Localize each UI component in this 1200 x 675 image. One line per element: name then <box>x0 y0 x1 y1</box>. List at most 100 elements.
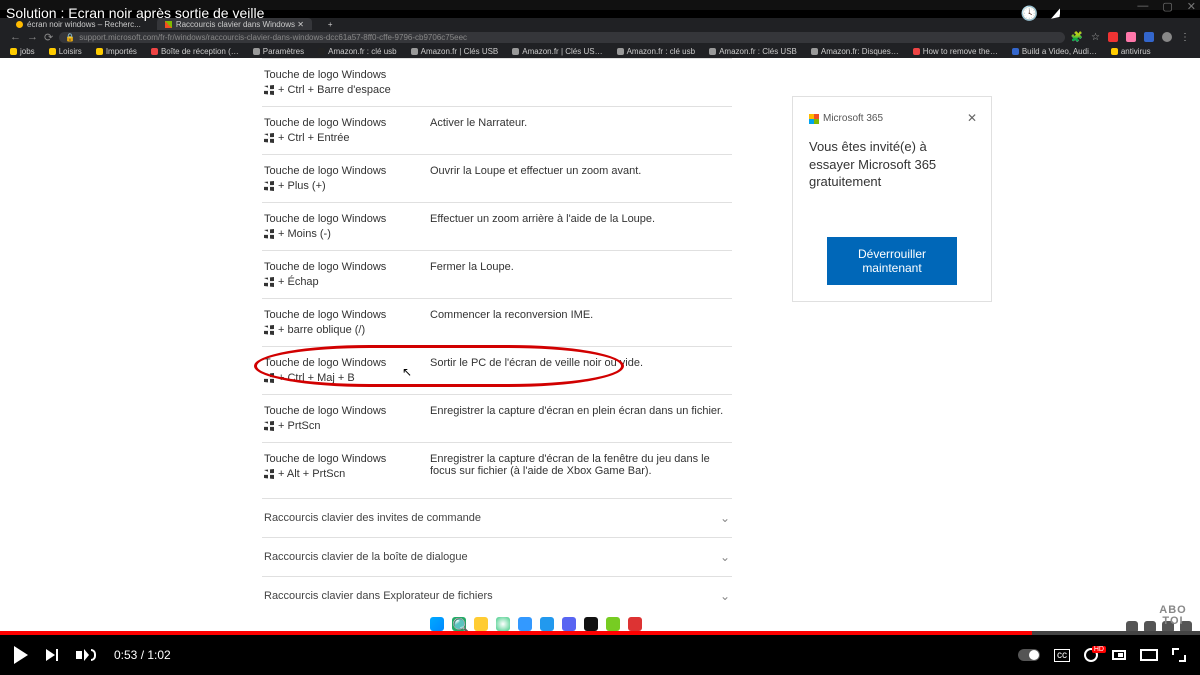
microsoft-logo-icon <box>809 114 819 124</box>
app-icon[interactable] <box>628 617 642 631</box>
browser-window: écran noir windows – Recherc... Raccourc… <box>0 18 1200 631</box>
extension-icon[interactable]: 🧩 <box>1071 32 1083 43</box>
shortcut-row: Touche de logo Windows+ Ctrl + Maj + BSo… <box>262 346 732 394</box>
bookmark-item[interactable]: How to remove the… <box>913 47 998 56</box>
shortcut-desc: Ouvrir la Loupe et effectuer un zoom ava… <box>430 165 730 192</box>
close-icon[interactable]: ✕ <box>967 111 977 125</box>
promo-text: Vous êtes invité(e) à essayer Microsoft … <box>809 138 975 191</box>
shortcut-combo: + Ctrl + Maj + B <box>264 372 412 384</box>
address-bar[interactable]: 🔒 support.microsoft.com/fr-fr/windows/ra… <box>59 32 1064 43</box>
url-text: support.microsoft.com/fr-fr/windows/racc… <box>79 32 467 43</box>
autoplay-toggle[interactable] <box>1018 649 1040 661</box>
shortcut-row: Touche de logo Windows+ Moins (-)Effectu… <box>262 202 732 250</box>
shortcut-combo: + Plus (+) <box>264 180 412 192</box>
extension-icon[interactable] <box>1108 32 1118 42</box>
profile-avatar[interactable] <box>1162 32 1172 42</box>
shortcut-combo: + Alt + PrtScn <box>264 468 412 480</box>
lock-icon: 🔒 <box>65 32 75 43</box>
play-button[interactable] <box>14 646 28 664</box>
next-button[interactable] <box>46 649 58 661</box>
shortcut-combo: + PrtScn <box>264 420 412 432</box>
search-icon[interactable]: 🔍 <box>452 617 466 631</box>
chrome-icon[interactable] <box>496 617 510 631</box>
shortcut-row: Touche de logo Windows + Ctrl + Entrée Act… <box>262 106 732 154</box>
shortcut-row: Touche de logo Windows + Ctrl + Barre d'e… <box>262 58 732 106</box>
bookmark-item[interactable]: Paramètres <box>253 47 304 56</box>
shortcut-keyname: Touche de logo Windows <box>264 405 412 417</box>
shortcut-desc: Enregistrer la capture d'écran de la fen… <box>430 453 730 480</box>
promo-card: ✕ Microsoft 365 Vous êtes invité(e) à es… <box>792 96 992 302</box>
bookmark-item[interactable]: Loisirs <box>49 47 82 56</box>
nav-fwd-icon: → <box>27 31 38 43</box>
kebab-menu-icon[interactable]: ⋮ <box>1180 32 1190 43</box>
mail-icon[interactable] <box>518 617 532 631</box>
promo-cta-button[interactable]: Déverrouiller maintenant <box>827 237 957 285</box>
share-icon[interactable] <box>1051 7 1060 18</box>
terminal-icon[interactable] <box>584 617 598 631</box>
nav-reload-icon[interactable]: ⟳ <box>44 31 53 44</box>
shortcut-row: Touche de logo Windows + Plus (+) Ouvrir l… <box>262 154 732 202</box>
windows-logo-icon <box>264 469 274 479</box>
watch-later-icon[interactable]: 🕓 <box>1021 5 1038 22</box>
bookmark-item[interactable]: jobs <box>10 47 35 56</box>
window-maximize[interactable]: ▢ <box>1162 0 1172 13</box>
miniplayer-button[interactable] <box>1112 650 1126 660</box>
accordion-label: Raccourcis clavier dans Explorateur de f… <box>264 590 493 602</box>
accordion-label: Raccourcis clavier de la boîte de dialog… <box>264 551 468 563</box>
bookmark-item[interactable]: Amazon.fr | Clés USB <box>411 47 499 56</box>
app-icon[interactable] <box>606 617 620 631</box>
promo-brand: Microsoft 365 <box>823 113 883 124</box>
nav-back-icon[interactable]: ← <box>10 31 21 43</box>
window-minimize[interactable]: — <box>1137 0 1148 13</box>
bookmark-item[interactable]: Amazon.fr | Clés US… <box>512 47 602 56</box>
bookmark-item[interactable]: Amazon.fr : clé usb <box>617 47 695 56</box>
shortcut-row: Touche de logo Windows+ Alt + PrtScnEnre… <box>262 442 732 490</box>
video-controls: 0:53 / 1:02 cc <box>0 635 1200 675</box>
settings-button[interactable] <box>1084 648 1098 662</box>
window-close[interactable]: ✕ <box>1187 0 1196 13</box>
fullscreen-button[interactable] <box>1172 648 1186 662</box>
accordion-header[interactable]: Raccourcis clavier des invites de comman… <box>262 498 732 537</box>
accordion-header[interactable]: Raccourcis clavier de la boîte de dialog… <box>262 537 732 576</box>
telegram-icon[interactable] <box>540 617 554 631</box>
shortcut-combo: + Ctrl + Entrée <box>264 132 412 144</box>
bookmark-item[interactable]: antivirus <box>1111 47 1151 56</box>
extension-icon[interactable] <box>1144 32 1154 42</box>
start-icon[interactable] <box>430 617 444 631</box>
shortcut-row: Touche de logo Windows+ barre oblique (/… <box>262 298 732 346</box>
theater-button[interactable] <box>1140 649 1158 661</box>
accordion-header[interactable]: Raccourcis clavier dans Explorateur de f… <box>262 576 732 615</box>
shortcut-keyname: Touche de logo Windows <box>264 165 412 177</box>
bookmark-item[interactable]: Boîte de réception (… <box>151 47 239 56</box>
windows-logo-icon <box>264 133 274 143</box>
shortcut-desc: Activer le Narrateur. <box>430 117 730 144</box>
bookmark-item[interactable]: Amazon.fr : clé usb <box>318 47 396 56</box>
discord-icon[interactable] <box>562 617 576 631</box>
video-title: Solution : Ecran noir après sortie de ve… <box>6 5 264 21</box>
shortcut-combo: + Ctrl + Barre d'espace <box>264 84 412 96</box>
extension-icon[interactable] <box>1126 32 1136 42</box>
shortcut-desc: Commencer la reconversion IME. <box>430 309 730 336</box>
shortcut-desc: Fermer la Loupe. <box>430 261 730 288</box>
explorer-icon[interactable] <box>474 617 488 631</box>
windows-logo-icon <box>264 181 274 191</box>
shortcut-desc: Effectuer un zoom arrière à l'aide de la… <box>430 213 730 240</box>
shortcut-combo: + Moins (-) <box>264 228 412 240</box>
bookmark-item[interactable]: Amazon.fr : Clés USB <box>709 47 797 56</box>
bookmark-item[interactable]: Amazon.fr: Disques… <box>811 47 899 56</box>
channel-watermark[interactable]: ABOTOI <box>1154 605 1192 627</box>
windows-logo-icon <box>264 373 274 383</box>
bookmark-item[interactable]: Build a Video, Audi… <box>1012 47 1097 56</box>
shortcut-keyname: Touche de logo Windows <box>264 117 412 129</box>
page-content: Touche de logo Windows + Ctrl + Barre d'e… <box>0 58 1200 631</box>
shortcut-desc: Sortir le PC de l'écran de veille noir o… <box>430 357 730 384</box>
subtitles-button[interactable]: cc <box>1054 649 1070 662</box>
star-icon[interactable]: ☆ <box>1091 32 1100 43</box>
volume-button[interactable] <box>76 649 96 661</box>
bookmarks-bar: jobs Loisirs Importés Boîte de réception… <box>0 44 1200 58</box>
shortcut-desc <box>430 69 730 96</box>
windows-logo-icon <box>264 421 274 431</box>
bookmark-item[interactable]: Importés <box>96 47 137 56</box>
shortcut-keyname: Touche de logo Windows <box>264 69 412 81</box>
windows-logo-icon <box>264 85 274 95</box>
